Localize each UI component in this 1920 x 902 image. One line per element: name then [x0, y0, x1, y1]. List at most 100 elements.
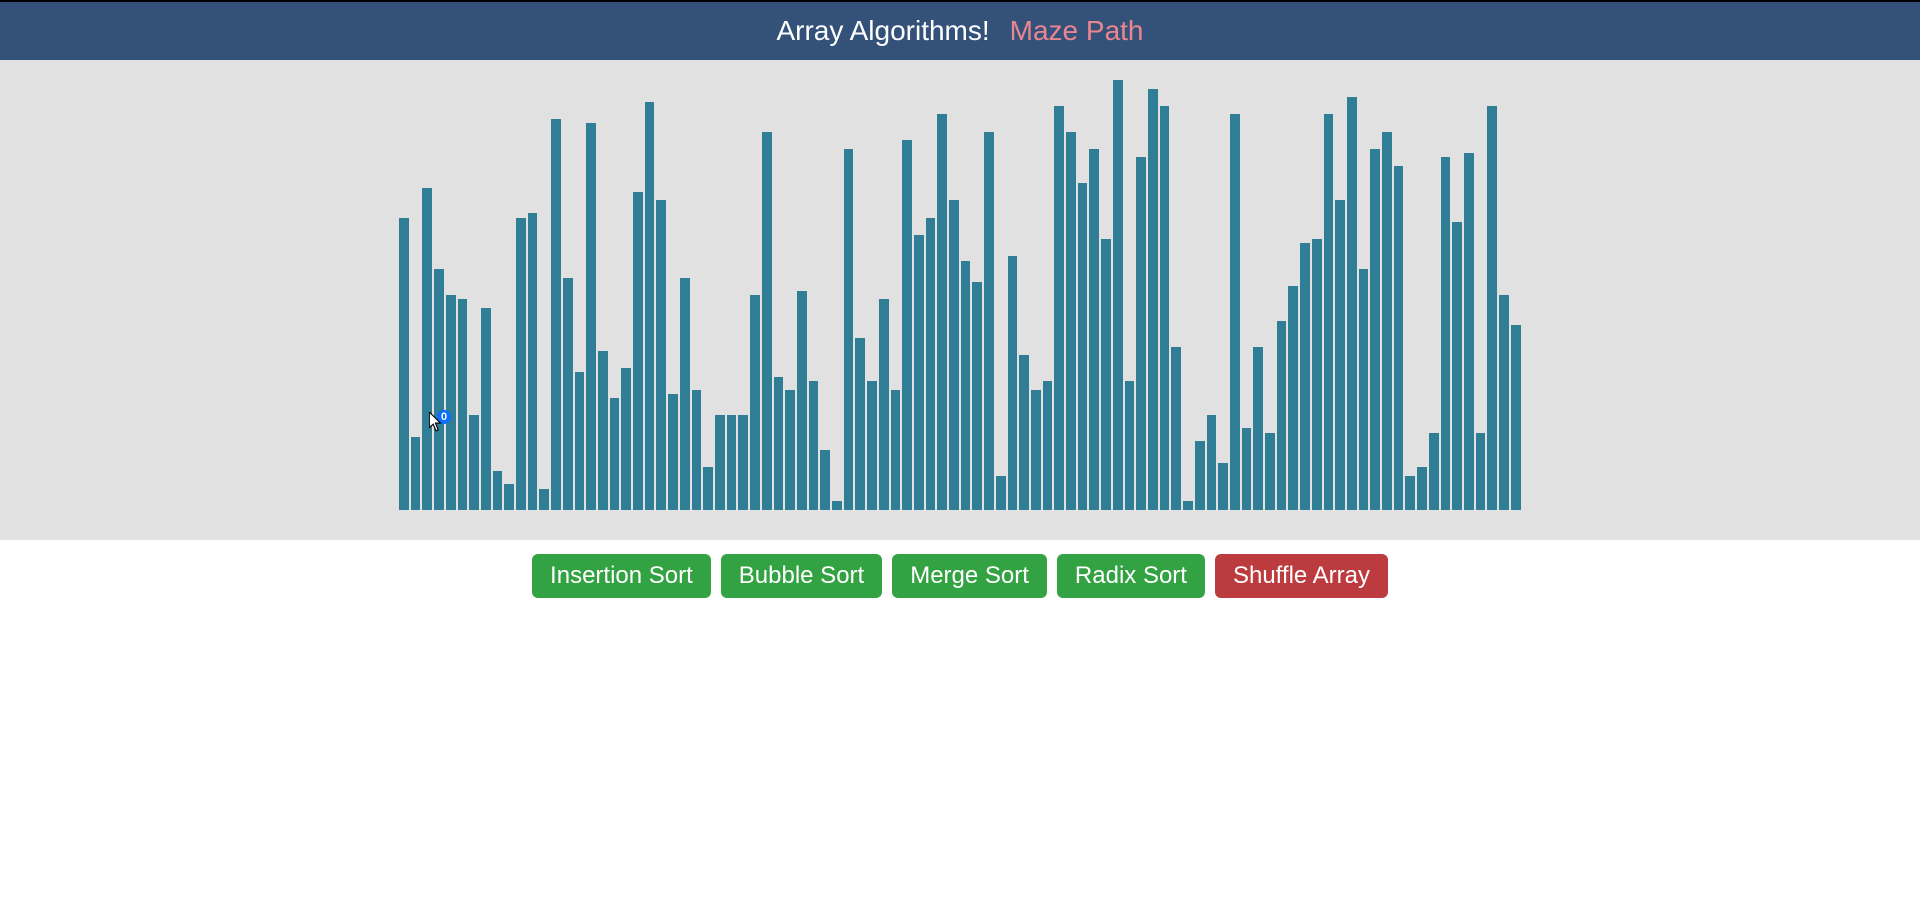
bar[interactable] — [1160, 106, 1170, 510]
bar[interactable] — [1288, 286, 1298, 510]
bar[interactable] — [610, 398, 620, 510]
bar[interactable] — [1218, 463, 1228, 510]
bar[interactable] — [1324, 114, 1334, 510]
bar[interactable] — [1382, 132, 1392, 510]
bar[interactable] — [1277, 321, 1287, 510]
bar[interactable] — [1441, 157, 1451, 510]
bar[interactable] — [399, 218, 409, 510]
bar[interactable] — [680, 278, 690, 510]
bar[interactable] — [1476, 433, 1486, 510]
bar[interactable] — [949, 200, 959, 510]
shuffle-array-button[interactable]: Shuffle Array — [1215, 554, 1388, 598]
radix-sort-button[interactable]: Radix Sort — [1057, 554, 1205, 598]
bar[interactable] — [774, 377, 784, 510]
bar[interactable] — [1370, 149, 1380, 510]
bar[interactable] — [996, 476, 1006, 510]
bar[interactable] — [598, 351, 608, 510]
bar[interactable] — [1253, 347, 1263, 510]
bar[interactable] — [1136, 157, 1146, 510]
bubble-sort-button[interactable]: Bubble Sort — [721, 554, 882, 598]
bar[interactable] — [1113, 80, 1123, 510]
bar[interactable] — [493, 471, 503, 510]
bar[interactable] — [1429, 433, 1439, 510]
bar[interactable] — [855, 338, 865, 510]
bar[interactable] — [528, 213, 538, 510]
bar[interactable] — [1171, 347, 1181, 510]
bar[interactable] — [1125, 381, 1135, 510]
bar[interactable] — [902, 140, 912, 510]
bar[interactable] — [867, 381, 877, 510]
bar[interactable] — [1066, 132, 1076, 510]
bar[interactable] — [1148, 89, 1158, 510]
bar[interactable] — [539, 489, 549, 511]
bar[interactable] — [656, 200, 666, 510]
bar[interactable] — [1335, 200, 1345, 510]
bar[interactable] — [1019, 355, 1029, 510]
bar[interactable] — [1078, 183, 1088, 510]
bar[interactable] — [645, 102, 655, 511]
bar[interactable] — [621, 368, 631, 510]
bar[interactable] — [469, 415, 479, 510]
bar[interactable] — [1300, 243, 1310, 510]
bar[interactable] — [446, 295, 456, 510]
bar[interactable] — [1242, 428, 1252, 510]
bar[interactable] — [1101, 239, 1111, 510]
bar[interactable] — [926, 218, 936, 510]
bar[interactable] — [961, 261, 971, 510]
bar[interactable] — [1008, 256, 1018, 510]
bar[interactable] — [703, 467, 713, 510]
bar[interactable] — [879, 299, 889, 510]
bar[interactable] — [1511, 325, 1521, 510]
bar[interactable] — [1031, 390, 1041, 510]
bar[interactable] — [797, 291, 807, 510]
bar[interactable] — [715, 415, 725, 510]
bar[interactable] — [668, 394, 678, 510]
bar[interactable] — [1183, 501, 1193, 510]
bar[interactable] — [422, 188, 432, 511]
bar[interactable] — [820, 450, 830, 510]
bar[interactable] — [434, 269, 444, 510]
bar[interactable] — [809, 381, 819, 510]
bar[interactable] — [1405, 476, 1415, 510]
bar[interactable] — [1499, 295, 1509, 510]
bar[interactable] — [937, 114, 947, 510]
bar[interactable] — [914, 235, 924, 510]
bar[interactable] — [1230, 114, 1240, 510]
bar[interactable] — [586, 123, 596, 510]
bar[interactable] — [1359, 269, 1369, 510]
bar[interactable] — [504, 484, 514, 510]
bar[interactable] — [727, 415, 737, 510]
bar[interactable] — [1265, 433, 1275, 510]
bar[interactable] — [891, 390, 901, 510]
bar[interactable] — [1043, 381, 1053, 510]
bar[interactable] — [551, 119, 561, 510]
bar[interactable] — [738, 415, 748, 510]
bar[interactable] — [762, 132, 772, 510]
bar[interactable] — [575, 372, 585, 510]
bar[interactable] — [458, 299, 468, 510]
bar[interactable] — [516, 218, 526, 510]
bar[interactable] — [972, 282, 982, 510]
nav-link-array-algorithms[interactable]: Array Algorithms! — [776, 15, 989, 47]
bar[interactable] — [832, 501, 842, 510]
bar[interactable] — [1195, 441, 1205, 510]
bar[interactable] — [633, 192, 643, 510]
bar[interactable] — [844, 149, 854, 510]
bar[interactable] — [1312, 239, 1322, 510]
bar[interactable] — [785, 390, 795, 510]
bar[interactable] — [563, 278, 573, 510]
bar[interactable] — [411, 437, 421, 510]
bar[interactable] — [984, 132, 994, 510]
bar[interactable] — [1394, 166, 1404, 510]
bar[interactable] — [1487, 106, 1497, 510]
bar[interactable] — [481, 308, 491, 510]
bar[interactable] — [1417, 467, 1427, 510]
bar[interactable] — [750, 295, 760, 510]
bar[interactable] — [1089, 149, 1099, 510]
nav-link-maze-path[interactable]: Maze Path — [1010, 15, 1144, 47]
bar[interactable] — [1054, 106, 1064, 510]
bar[interactable] — [1464, 153, 1474, 510]
bar[interactable] — [1347, 97, 1357, 510]
merge-sort-button[interactable]: Merge Sort — [892, 554, 1047, 598]
bar[interactable] — [1452, 222, 1462, 510]
